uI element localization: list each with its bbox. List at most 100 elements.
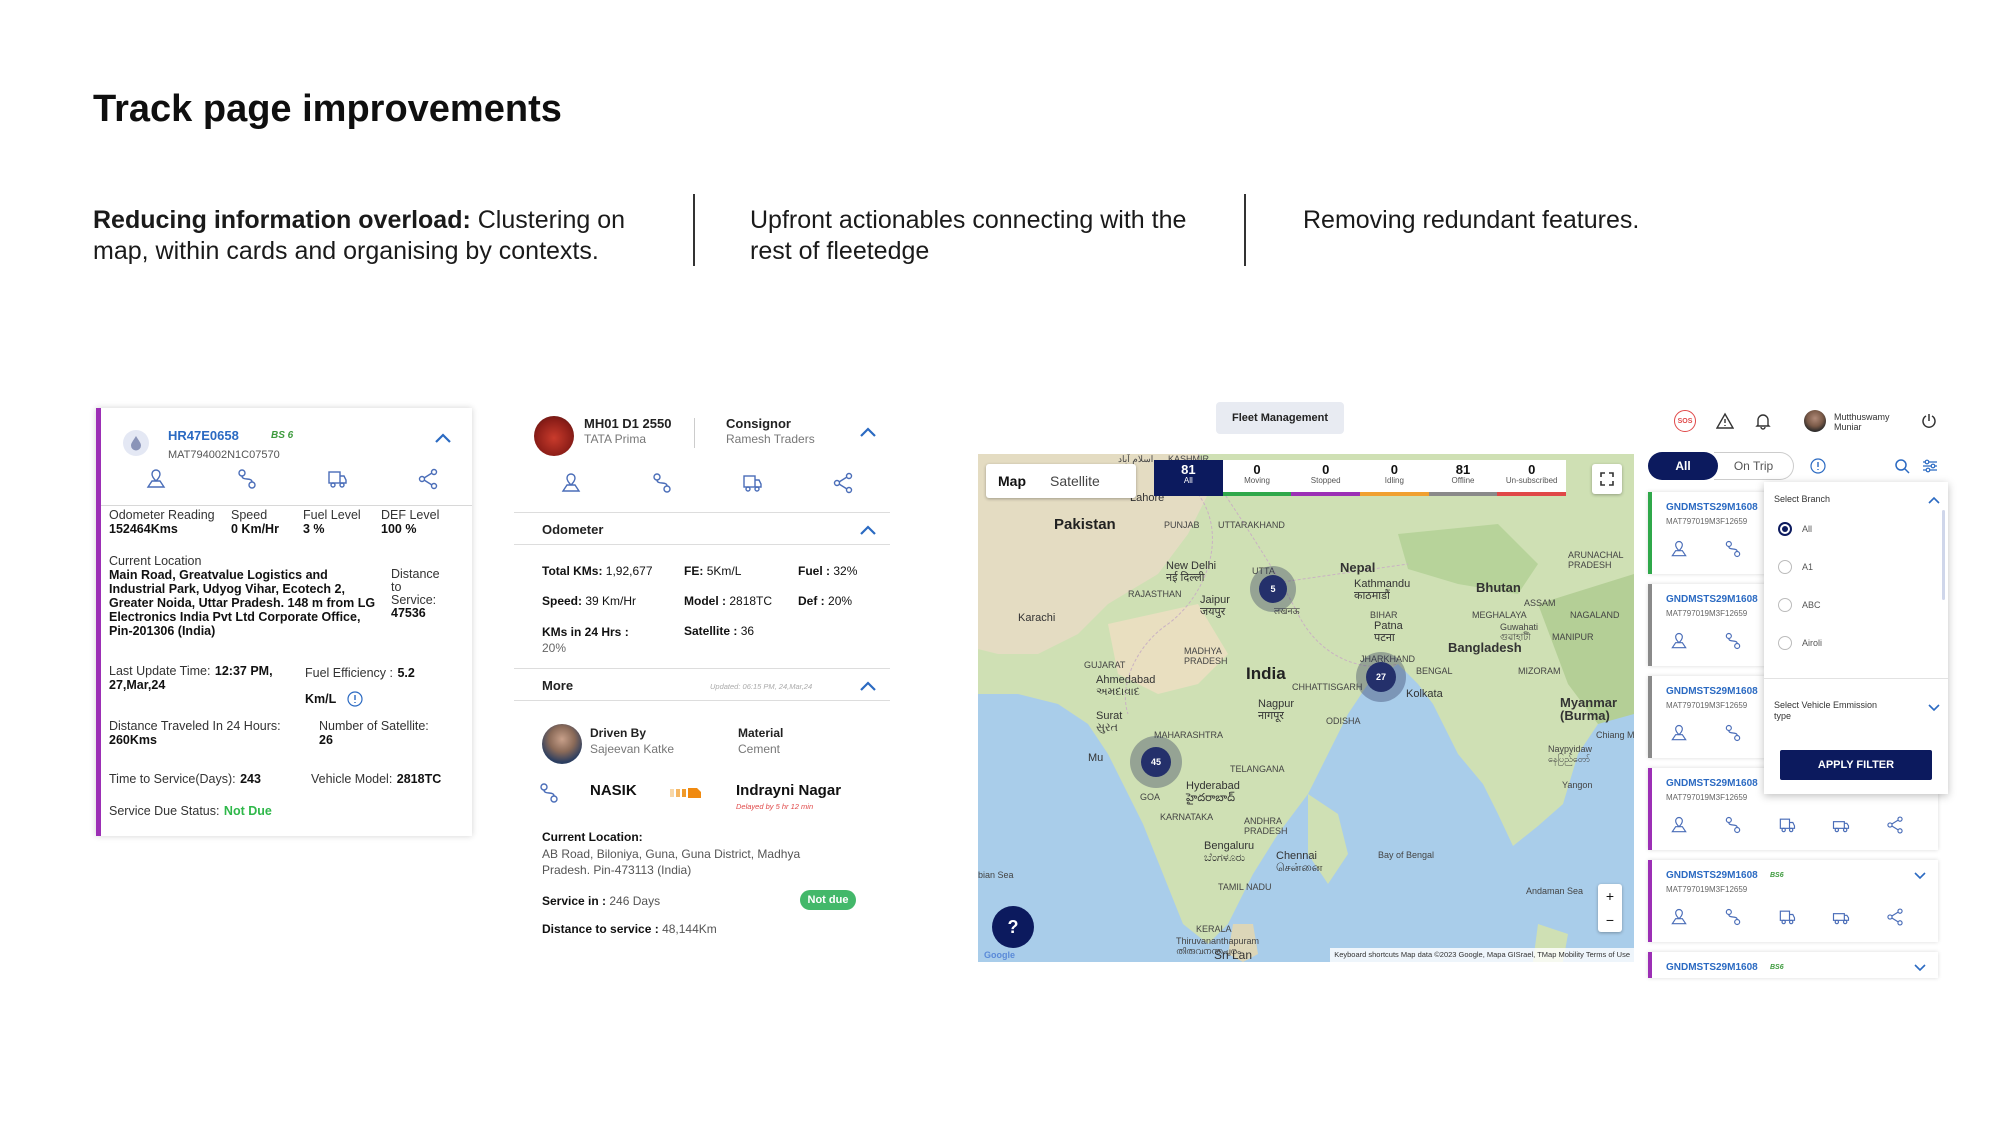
map-pin-icon[interactable] <box>558 470 584 496</box>
filter-dropdown: Select Branch All A1 ABC Airoli Select V… <box>1764 482 1948 794</box>
status-filter-5[interactable]: 0 Un-subscribed <box>1497 460 1567 496</box>
map-cluster[interactable]: 5 <box>1250 566 1296 612</box>
map-pin-icon[interactable] <box>1666 720 1692 746</box>
vehicle-plate[interactable]: HR47E0658 <box>168 428 239 443</box>
chevron-down-icon[interactable] <box>1928 704 1940 712</box>
route-icon[interactable] <box>1720 628 1746 654</box>
avatar[interactable] <box>1804 410 1826 432</box>
filter-icon[interactable] <box>1922 458 1938 474</box>
status-color-bar <box>1360 492 1429 496</box>
truck-icon[interactable] <box>324 466 350 492</box>
user-name[interactable]: Mutthuswamy Muniar <box>1834 412 1890 432</box>
more-section-title[interactable]: More <box>542 678 573 693</box>
map-cluster[interactable]: 45 <box>1130 736 1182 788</box>
distance-service-label: Distance to service : <box>542 922 659 936</box>
vehicle-plate[interactable]: MH01 D1 2550 <box>584 416 671 431</box>
total-kms-value: 1,92,677 <box>605 564 653 578</box>
chevron-up-icon[interactable] <box>858 426 878 438</box>
share-icon[interactable] <box>415 466 441 492</box>
truck-icon[interactable] <box>1774 904 1800 930</box>
vehicle-plate[interactable]: GNDMSTS29M1608 <box>1666 594 1758 605</box>
tab-all[interactable]: All <box>1648 452 1718 480</box>
route-icon[interactable] <box>1720 536 1746 562</box>
chevron-up-icon[interactable] <box>858 524 878 536</box>
help-button[interactable]: ? <box>992 906 1034 948</box>
map-pin-icon[interactable] <box>1666 536 1692 562</box>
route-icon[interactable] <box>1720 812 1746 838</box>
zoom-out-icon[interactable]: − <box>1606 912 1614 928</box>
tab-map[interactable]: Map <box>986 473 1038 489</box>
map-cluster[interactable]: 27 <box>1356 652 1406 702</box>
chevron-down-icon[interactable] <box>1914 964 1926 972</box>
vehicle-plate[interactable]: GNDMSTS29M1608 <box>1666 686 1758 697</box>
radio-abc[interactable] <box>1778 598 1792 612</box>
status-filter-2[interactable]: 0 Stopped <box>1291 460 1361 496</box>
status-filter-3[interactable]: 0 Idling <box>1360 460 1429 496</box>
zoom-in-icon[interactable]: + <box>1606 888 1614 904</box>
vehicle-card[interactable]: GNDMSTS29M1608 BS6 <box>1648 952 1938 978</box>
fuel-truck-icon[interactable] <box>1828 904 1854 930</box>
fleet-management-tab[interactable]: Fleet Management <box>1216 402 1344 434</box>
status-filter-0[interactable]: 81 All <box>1154 460 1223 496</box>
material-label: Material <box>738 726 784 740</box>
model-value: 2818TC <box>729 594 773 608</box>
vehicle-plate[interactable]: GNDMSTS29M1608 <box>1666 502 1758 513</box>
zoom-control[interactable]: + − <box>1598 884 1622 932</box>
def-value: 20% <box>828 594 853 608</box>
fuel-truck-icon[interactable] <box>1828 812 1854 838</box>
fullscreen-button[interactable] <box>1592 464 1622 494</box>
info-icon[interactable] <box>347 691 363 707</box>
share-icon[interactable] <box>1882 812 1908 838</box>
chevron-down-icon[interactable] <box>1914 872 1926 880</box>
power-icon[interactable] <box>1920 412 1938 430</box>
status-filter-4[interactable]: 81 Offline <box>1428 460 1498 496</box>
map-label: Naypyidaw နေပြည်တော် <box>1548 744 1592 764</box>
route-icon[interactable] <box>1720 904 1746 930</box>
sos-button[interactable]: SOS <box>1674 410 1696 432</box>
radio-airoli[interactable] <box>1778 636 1792 650</box>
map-pin-icon[interactable] <box>1666 812 1692 838</box>
truck-icon[interactable] <box>739 470 765 496</box>
vehicle-card-legacy[interactable]: HR47E0658 BS 6 MAT794002N1C07570 Odomete… <box>96 408 472 836</box>
apply-filter-button[interactable]: APPLY FILTER <box>1780 750 1932 780</box>
vehicle-plate[interactable]: GNDMSTS29M1608 <box>1666 778 1758 789</box>
radio-all[interactable] <box>1778 522 1792 536</box>
divider <box>101 505 472 506</box>
radio-a1[interactable] <box>1778 560 1792 574</box>
map-label: சென்னை <box>1276 862 1323 874</box>
vehicle-card[interactable]: GNDMSTS29M1608 BS6 MAT797019M3F12659 <box>1648 860 1938 942</box>
map-label: New Delhi <box>1166 560 1217 572</box>
map-pin-icon[interactable] <box>1666 904 1692 930</box>
chevron-up-icon[interactable] <box>433 432 453 444</box>
emission-type-label[interactable]: Select Vehicle Emmission type <box>1774 700 1877 722</box>
chevron-up-icon[interactable] <box>1928 496 1940 504</box>
route-icon[interactable] <box>234 466 260 492</box>
vehicle-status-bar: 81 All 0 Moving 0 Stopped 0 Idling 81 Offline 0 Un-… <box>1154 460 1567 496</box>
map-label: CHHATTISGARH <box>1292 682 1363 692</box>
tab-on-trip[interactable]: On Trip <box>1714 452 1794 480</box>
tab-satellite[interactable]: Satellite <box>1038 473 1112 489</box>
share-icon[interactable] <box>830 470 856 496</box>
map-pin-icon[interactable] <box>1666 628 1692 654</box>
route-icon[interactable] <box>1720 720 1746 746</box>
vehicle-plate[interactable]: GNDMSTS29M1608 <box>1666 870 1758 881</box>
vehicle-plate[interactable]: GNDMSTS29M1608 <box>1666 962 1758 973</box>
truck-icon[interactable] <box>1774 812 1800 838</box>
scrollbar[interactable] <box>1942 510 1945 600</box>
map-view[interactable]: Pakistan India Nepal Bhutan Bangladesh M… <box>978 454 1634 962</box>
info-icon[interactable] <box>1810 458 1826 474</box>
stat-label: Speed <box>231 508 268 522</box>
search-icon[interactable] <box>1894 458 1910 474</box>
map-label: Surat <box>1096 710 1123 722</box>
status-filter-1[interactable]: 0 Moving <box>1222 460 1292 496</box>
status-color-bar <box>1497 492 1567 496</box>
route-icon[interactable] <box>649 470 675 496</box>
last-update-date: 27,Mar,24 <box>109 678 166 692</box>
bell-icon[interactable] <box>1754 412 1772 430</box>
map-pin-icon[interactable] <box>143 466 169 492</box>
vehicle-card-new[interactable]: MH01 D1 2550 TATA Prima Consignor Ramesh… <box>514 408 890 948</box>
odometer-section-title[interactable]: Odometer <box>542 522 603 537</box>
alert-icon[interactable] <box>1716 412 1734 430</box>
share-icon[interactable] <box>1882 904 1908 930</box>
chevron-up-icon[interactable] <box>858 680 878 692</box>
